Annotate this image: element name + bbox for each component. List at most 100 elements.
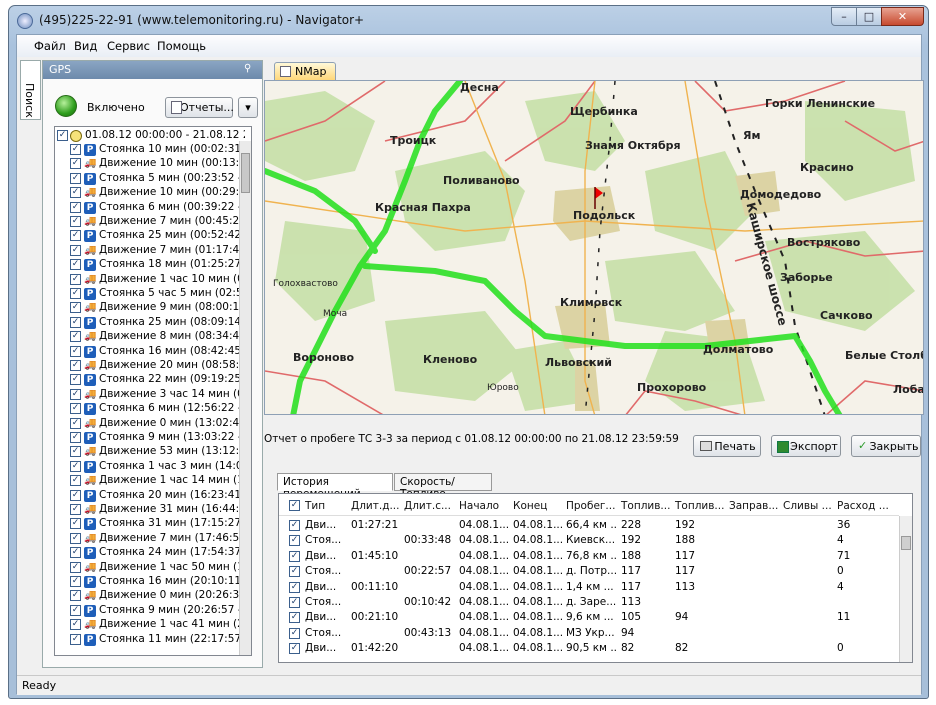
tree-item-checkbox[interactable]: ✓ [70, 460, 81, 472]
tree-item-checkbox[interactable]: ✓ [70, 561, 81, 573]
tree-item[interactable]: ✓ 🚚 Движение 1 час 50 мин (18:1 [55, 561, 245, 575]
tree-item-checkbox[interactable]: ✓ [70, 547, 81, 559]
menu-service[interactable]: Сервис [107, 39, 150, 53]
tree-item[interactable]: ✓PСтоянка 18 мин (01:25:27 - 01 [55, 258, 245, 272]
tree-item[interactable]: ✓🚚Движение 7 мин (17:46:57 - 1 [55, 532, 245, 546]
table-row[interactable]: ✓ Дви... 01:27:21 04.08.1... 04.08.1... 66,4 … [279, 518, 897, 533]
tree-item[interactable]: ✓ 🚚 Движение 3 час 14 мин (09:4 [55, 388, 245, 402]
column-header[interactable]: Сливы ... [783, 500, 832, 512]
tree-item-checkbox[interactable]: ✓ [70, 216, 81, 227]
column-header[interactable]: Расход ... [837, 500, 889, 512]
tree-item[interactable]: ✓PСтоянка 5 час 5 мин (02:54:37 [55, 287, 245, 301]
column-header[interactable]: Заправ... [729, 500, 778, 512]
tree-item-checkbox[interactable]: ✓ [70, 388, 81, 400]
tree-item-checkbox[interactable]: ✓ [70, 316, 81, 328]
tree-item[interactable]: ✓🚚Движение 7 мин (00:45:22 - 0 [55, 215, 245, 229]
tree-item[interactable]: ✓PСтоянка 16 мин (08:42:45 - 08 [55, 345, 245, 359]
tree-item[interactable]: ✓ 🚚 Движение 1 час 10 мин (01:4 [55, 273, 245, 287]
tree-item-checkbox[interactable]: ✓ [70, 331, 81, 343]
tree-item[interactable]: ✓PСтоянка 1 час 3 мин (14:05:42 [55, 460, 245, 474]
tree-item-checkbox[interactable]: ✓ [70, 360, 81, 371]
tree-item-checkbox[interactable]: ✓ [70, 619, 81, 631]
pin-icon[interactable]: ⚲ [244, 63, 258, 77]
tree-item-checkbox[interactable]: ✓ [70, 144, 81, 155]
tree-item[interactable]: ✓ 🚚 Движение 31 мин (16:44:06 - [55, 503, 245, 517]
tree-item[interactable]: ✓PСтоянка 25 мин (08:09:14 - 08 [55, 316, 245, 330]
tree-item[interactable]: ✓PСтоянка 10 мин (00:02:31 - 00 [55, 143, 245, 157]
column-header[interactable]: Начало [459, 500, 499, 512]
tree-item-checkbox[interactable]: ✓ [70, 604, 81, 616]
tree-item[interactable]: ✓ 🚚 Движение 10 мин (00:29:02 - [55, 186, 245, 200]
tree-item-checkbox[interactable]: ✓ [70, 230, 81, 242]
tree-item-checkbox[interactable]: ✓ [70, 374, 81, 386]
tree-item-checkbox[interactable]: ✓ [70, 158, 81, 170]
tree-item[interactable]: ✓PСтоянка 25 мин (00:52:42 - 01 [55, 229, 245, 243]
tree-item-checkbox[interactable]: ✓ [70, 518, 81, 530]
row-checkbox[interactable]: ✓ [289, 581, 300, 593]
select-all-checkbox[interactable]: ✓ [289, 500, 300, 511]
row-checkbox[interactable]: ✓ [289, 612, 300, 624]
table-scrollbar[interactable] [899, 516, 912, 662]
tree-item[interactable]: ✓ 🚚 Движение 10 мин (00:13:22 - [55, 157, 245, 171]
row-checkbox[interactable]: ✓ [289, 627, 300, 639]
root-checkbox[interactable]: ✓ [57, 130, 68, 141]
table-row[interactable]: ✓ Стоя... 00:22:57 04.08.1... 04.08.1... д. П… [279, 564, 897, 579]
close-window-button[interactable]: ✕ [881, 7, 924, 26]
table-row[interactable]: ✓ Дви... 00:21:10 04.08.1... 04.08.1... 9,6 к… [279, 610, 897, 625]
tree-item-checkbox[interactable]: ✓ [70, 417, 81, 429]
tree-item-checkbox[interactable]: ✓ [70, 475, 81, 487]
menu-help[interactable]: Помощь [157, 39, 206, 53]
row-checkbox[interactable]: ✓ [289, 520, 300, 531]
tree-item[interactable]: ✓PСтоянка 6 мин (00:39:22 - 00:4 [55, 201, 245, 215]
tree-item-checkbox[interactable]: ✓ [70, 532, 81, 544]
close-report-button[interactable]: ✓ Закрыть [851, 435, 921, 457]
column-header[interactable]: Длит.д... [351, 500, 399, 512]
menu-view[interactable]: Вид [74, 39, 97, 53]
tree-item-checkbox[interactable]: ✓ [70, 633, 81, 645]
tree-item-checkbox[interactable]: ✓ [70, 187, 81, 199]
tab-movement-history[interactable]: История перемещений [277, 473, 393, 500]
tab-speed-fuel[interactable]: Скорость/Топливо [394, 473, 492, 500]
minimize-button[interactable]: – [831, 7, 857, 26]
tree-item-checkbox[interactable]: ✓ [70, 288, 81, 299]
tree-item-checkbox[interactable]: ✓ [70, 244, 81, 256]
tree-item[interactable]: ✓🚚Движение 1 час 41 мин (20:36 [55, 618, 245, 632]
search-side-tab[interactable]: Поиск [20, 60, 41, 120]
tree-item[interactable]: ✓PСтоянка 9 мин (20:26:57 - 20:3 [55, 604, 245, 618]
row-checkbox[interactable]: ✓ [289, 643, 300, 655]
table-row[interactable]: ✓ Стоя... 00:33:48 04.08.1... 04.08.1... Киев… [279, 533, 897, 548]
tree-item-checkbox[interactable]: ✓ [70, 432, 81, 443]
tree-item-checkbox[interactable]: ✓ [70, 201, 81, 213]
tree-item[interactable]: ✓ 🚚 Движение 1 час 14 мин (15:0 [55, 474, 245, 488]
tree-item-checkbox[interactable]: ✓ [70, 590, 81, 602]
column-header[interactable]: Тип [305, 500, 325, 512]
maximize-button[interactable]: □ [856, 7, 882, 26]
row-checkbox[interactable]: ✓ [289, 535, 300, 547]
tree-item-checkbox[interactable]: ✓ [70, 403, 81, 415]
tree-item[interactable]: ✓PСтоянка 9 мин (13:03:22 - 13:1 [55, 431, 245, 445]
tree-item[interactable]: ✓PСтоянка 24 мин (17:54:37 - 18 [55, 546, 245, 560]
column-header[interactable]: Длит.с... [404, 500, 451, 512]
table-row[interactable]: ✓ Дви... 01:45:10 04.08.1... 04.08.1... 76,8 … [279, 549, 897, 564]
tree-item[interactable]: ✓ 🚚 Движение 20 мин (08:58:55 - [55, 359, 245, 373]
table-row[interactable]: ✓ Стоя... 00:43:13 04.08.1... 04.08.1... МЗ У… [279, 626, 897, 641]
table-row[interactable]: ✓ Дви... 01:42:20 04.08.1... 04.08.1... 90,5 … [279, 641, 897, 656]
tree-item-checkbox[interactable]: ✓ [70, 345, 81, 357]
menu-file[interactable]: Файл [34, 39, 66, 53]
reports-dropdown-button[interactable]: ▾ [238, 97, 258, 118]
tree-item[interactable]: ✓🚚Движение 9 мин (08:00:14 - 0 [55, 301, 245, 315]
column-header[interactable]: Топлив... [621, 500, 670, 512]
tree-item[interactable]: ✓PСтоянка 22 мин (09:19:25 - 09 [55, 373, 245, 387]
map-view[interactable]: Десна Щербинка Горки Ленинские Троицк Знамя … [264, 80, 924, 415]
tree-item[interactable]: ✓PСтоянка 31 мин (17:15:27 - 17 [55, 517, 245, 531]
export-button[interactable]: Экспорт [771, 435, 841, 457]
tree-item-checkbox[interactable]: ✓ [70, 302, 81, 314]
tree-item[interactable]: ✓PСтоянка 11 мин (22:17:57 - 22 [55, 633, 245, 647]
table-scroll-thumb[interactable] [901, 536, 911, 550]
tree-item[interactable]: ✓🚚Движение 0 мин (20:26:37 - 2 [55, 589, 245, 603]
table-row[interactable]: ✓ Стоя... 00:10:42 04.08.1... 04.08.1... д. З… [279, 595, 897, 610]
column-header[interactable]: Конец [513, 500, 547, 512]
title-bar[interactable]: (495)225-22-91 (www.telemonitoring.ru) -… [9, 6, 928, 34]
tree-item-checkbox[interactable]: ✓ [70, 273, 81, 285]
row-checkbox[interactable]: ✓ [289, 550, 300, 562]
